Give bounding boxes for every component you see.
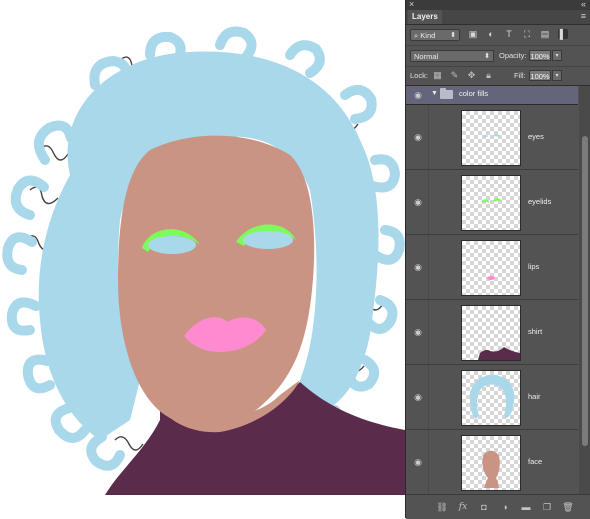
indent-divider (428, 300, 429, 364)
filter-row: ⌕ Kind ⬍ ▣ ◐ T ⛶ ▤ ▌ (406, 25, 590, 46)
indent-divider (428, 365, 429, 429)
opacity-field[interactable]: 100% (529, 50, 551, 61)
indent-divider (428, 430, 429, 494)
panel-menu-icon[interactable]: ≡ (581, 11, 586, 21)
eye-icon[interactable]: ◉ (411, 90, 425, 100)
layer-name: shirt (528, 327, 543, 336)
indent-divider (428, 105, 429, 169)
layers-panel: × « Layers ≡ ⌕ Kind ⬍ ▣ ◐ T ⛶ ▤ ▌ Normal… (405, 0, 590, 519)
layer-thumbnail-lips (461, 240, 521, 296)
shape-layer-filter-icon[interactable]: ⛶ (522, 29, 532, 39)
link-icon[interactable]: ⛓ (436, 501, 448, 513)
layer-name: lips (528, 262, 540, 271)
adjustment-layer-filter-icon[interactable]: ◐ (486, 29, 496, 39)
filter-kind-arrows-icon: ⬍ (450, 32, 456, 39)
lock-transparent-pixels-icon[interactable]: ▦ (432, 70, 443, 81)
layer-name: eyes (528, 132, 544, 141)
panel-tab-row: Layers ≡ (406, 10, 590, 25)
filter-toggle-icon[interactable]: ▌ (558, 29, 568, 39)
eye-icon[interactable]: ◉ (411, 457, 425, 467)
filter-kind-label: Kind (420, 31, 436, 40)
trash-icon[interactable]: 🗑︎ (562, 501, 574, 513)
layer-thumbnail-eyes (461, 110, 521, 166)
eye-icon[interactable]: ◉ (411, 327, 425, 337)
group-name: color fills (459, 89, 489, 98)
blend-mode-arrows-icon: ⬍ (484, 53, 490, 60)
layer-thumbnail-face (461, 435, 521, 491)
blend-row: Normal ⬍ Opacity: 100% ▾ (406, 46, 590, 67)
indent-divider (428, 170, 429, 234)
panel-title-strip: × « (406, 0, 590, 10)
lock-label: Lock: (410, 71, 428, 80)
layer-name: face (528, 457, 543, 466)
smart-object-filter-icon[interactable]: ▤ (540, 29, 550, 39)
layer-row[interactable]: ◉ lips (406, 235, 578, 300)
scrollbar-thumb[interactable] (582, 136, 588, 446)
lock-position-icon[interactable]: ✥ (466, 70, 477, 81)
fill-dropdown-icon[interactable]: ▾ (552, 70, 562, 81)
layer-row[interactable]: ◉ face (406, 430, 578, 494)
layers-list: ◉ ▼ color fills ◉ eyes ◉ eyelids ◉ lips … (406, 86, 578, 494)
group-expand-icon[interactable]: ▼ (431, 90, 438, 97)
opacity-dropdown-icon[interactable]: ▾ (552, 50, 562, 61)
lock-all-icon[interactable]: 🔒︎ (483, 70, 494, 81)
collapse-panel-icon[interactable]: « (581, 0, 586, 9)
eye-icon[interactable]: ◉ (411, 132, 425, 142)
indent-divider (428, 235, 429, 299)
artwork (2, 26, 405, 495)
eye-icon[interactable]: ◉ (411, 392, 425, 402)
fx-icon[interactable]: fx (457, 501, 469, 513)
new-layer-icon[interactable]: ❐ (541, 501, 553, 513)
document-canvas[interactable] (0, 0, 405, 518)
lock-row: Lock: ▦ ✎ ✥ 🔒︎ Fill: 100% ▾ (406, 67, 590, 86)
layer-row[interactable]: ◉ shirt (406, 300, 578, 365)
layer-name: eyelids (528, 197, 552, 206)
layers-scrollbar[interactable] (579, 86, 590, 494)
layer-thumbnail-shirt (461, 305, 521, 361)
left-eye-shape (148, 236, 196, 254)
lock-image-pixels-icon[interactable]: ✎ (449, 70, 460, 81)
filter-kind-select[interactable]: ⌕ Kind ⬍ (410, 29, 460, 41)
layer-thumbnail-hair (461, 370, 521, 426)
tab-layers[interactable]: Layers (408, 10, 442, 24)
search-icon: ⌕ (414, 31, 419, 40)
layer-thumbnail-eyelids (461, 175, 521, 231)
layers-bottom-bar: ⛓ fx ◘ ◑ ▬ ❐ 🗑︎ (406, 494, 590, 519)
close-panel-icon[interactable]: × (409, 0, 414, 9)
adjustment-icon[interactable]: ◑ (499, 501, 511, 513)
face-shape (118, 135, 315, 427)
eye-icon[interactable]: ◉ (411, 262, 425, 272)
right-eye-shape (243, 231, 293, 249)
layer-row[interactable]: ◉ eyelids (406, 170, 578, 235)
eye-icon[interactable]: ◉ (411, 197, 425, 207)
blend-mode-value: Normal (414, 52, 439, 61)
fill-label: Fill: (514, 71, 526, 80)
mask-icon[interactable]: ◘ (478, 501, 490, 513)
layer-row[interactable]: ◉ eyes (406, 105, 578, 170)
folder-icon[interactable]: ▬ (520, 501, 532, 513)
layer-row[interactable]: ◉ hair (406, 365, 578, 430)
pixel-layer-filter-icon[interactable]: ▣ (468, 29, 478, 39)
blend-mode-select[interactable]: Normal ⬍ (410, 50, 494, 62)
fill-field[interactable]: 100% (529, 70, 551, 81)
opacity-label: Opacity: (499, 51, 527, 60)
folder-icon (440, 88, 453, 99)
layer-group-row[interactable]: ◉ ▼ color fills (406, 86, 578, 105)
layer-name: hair (528, 392, 541, 401)
type-layer-filter-icon[interactable]: T (504, 29, 514, 39)
